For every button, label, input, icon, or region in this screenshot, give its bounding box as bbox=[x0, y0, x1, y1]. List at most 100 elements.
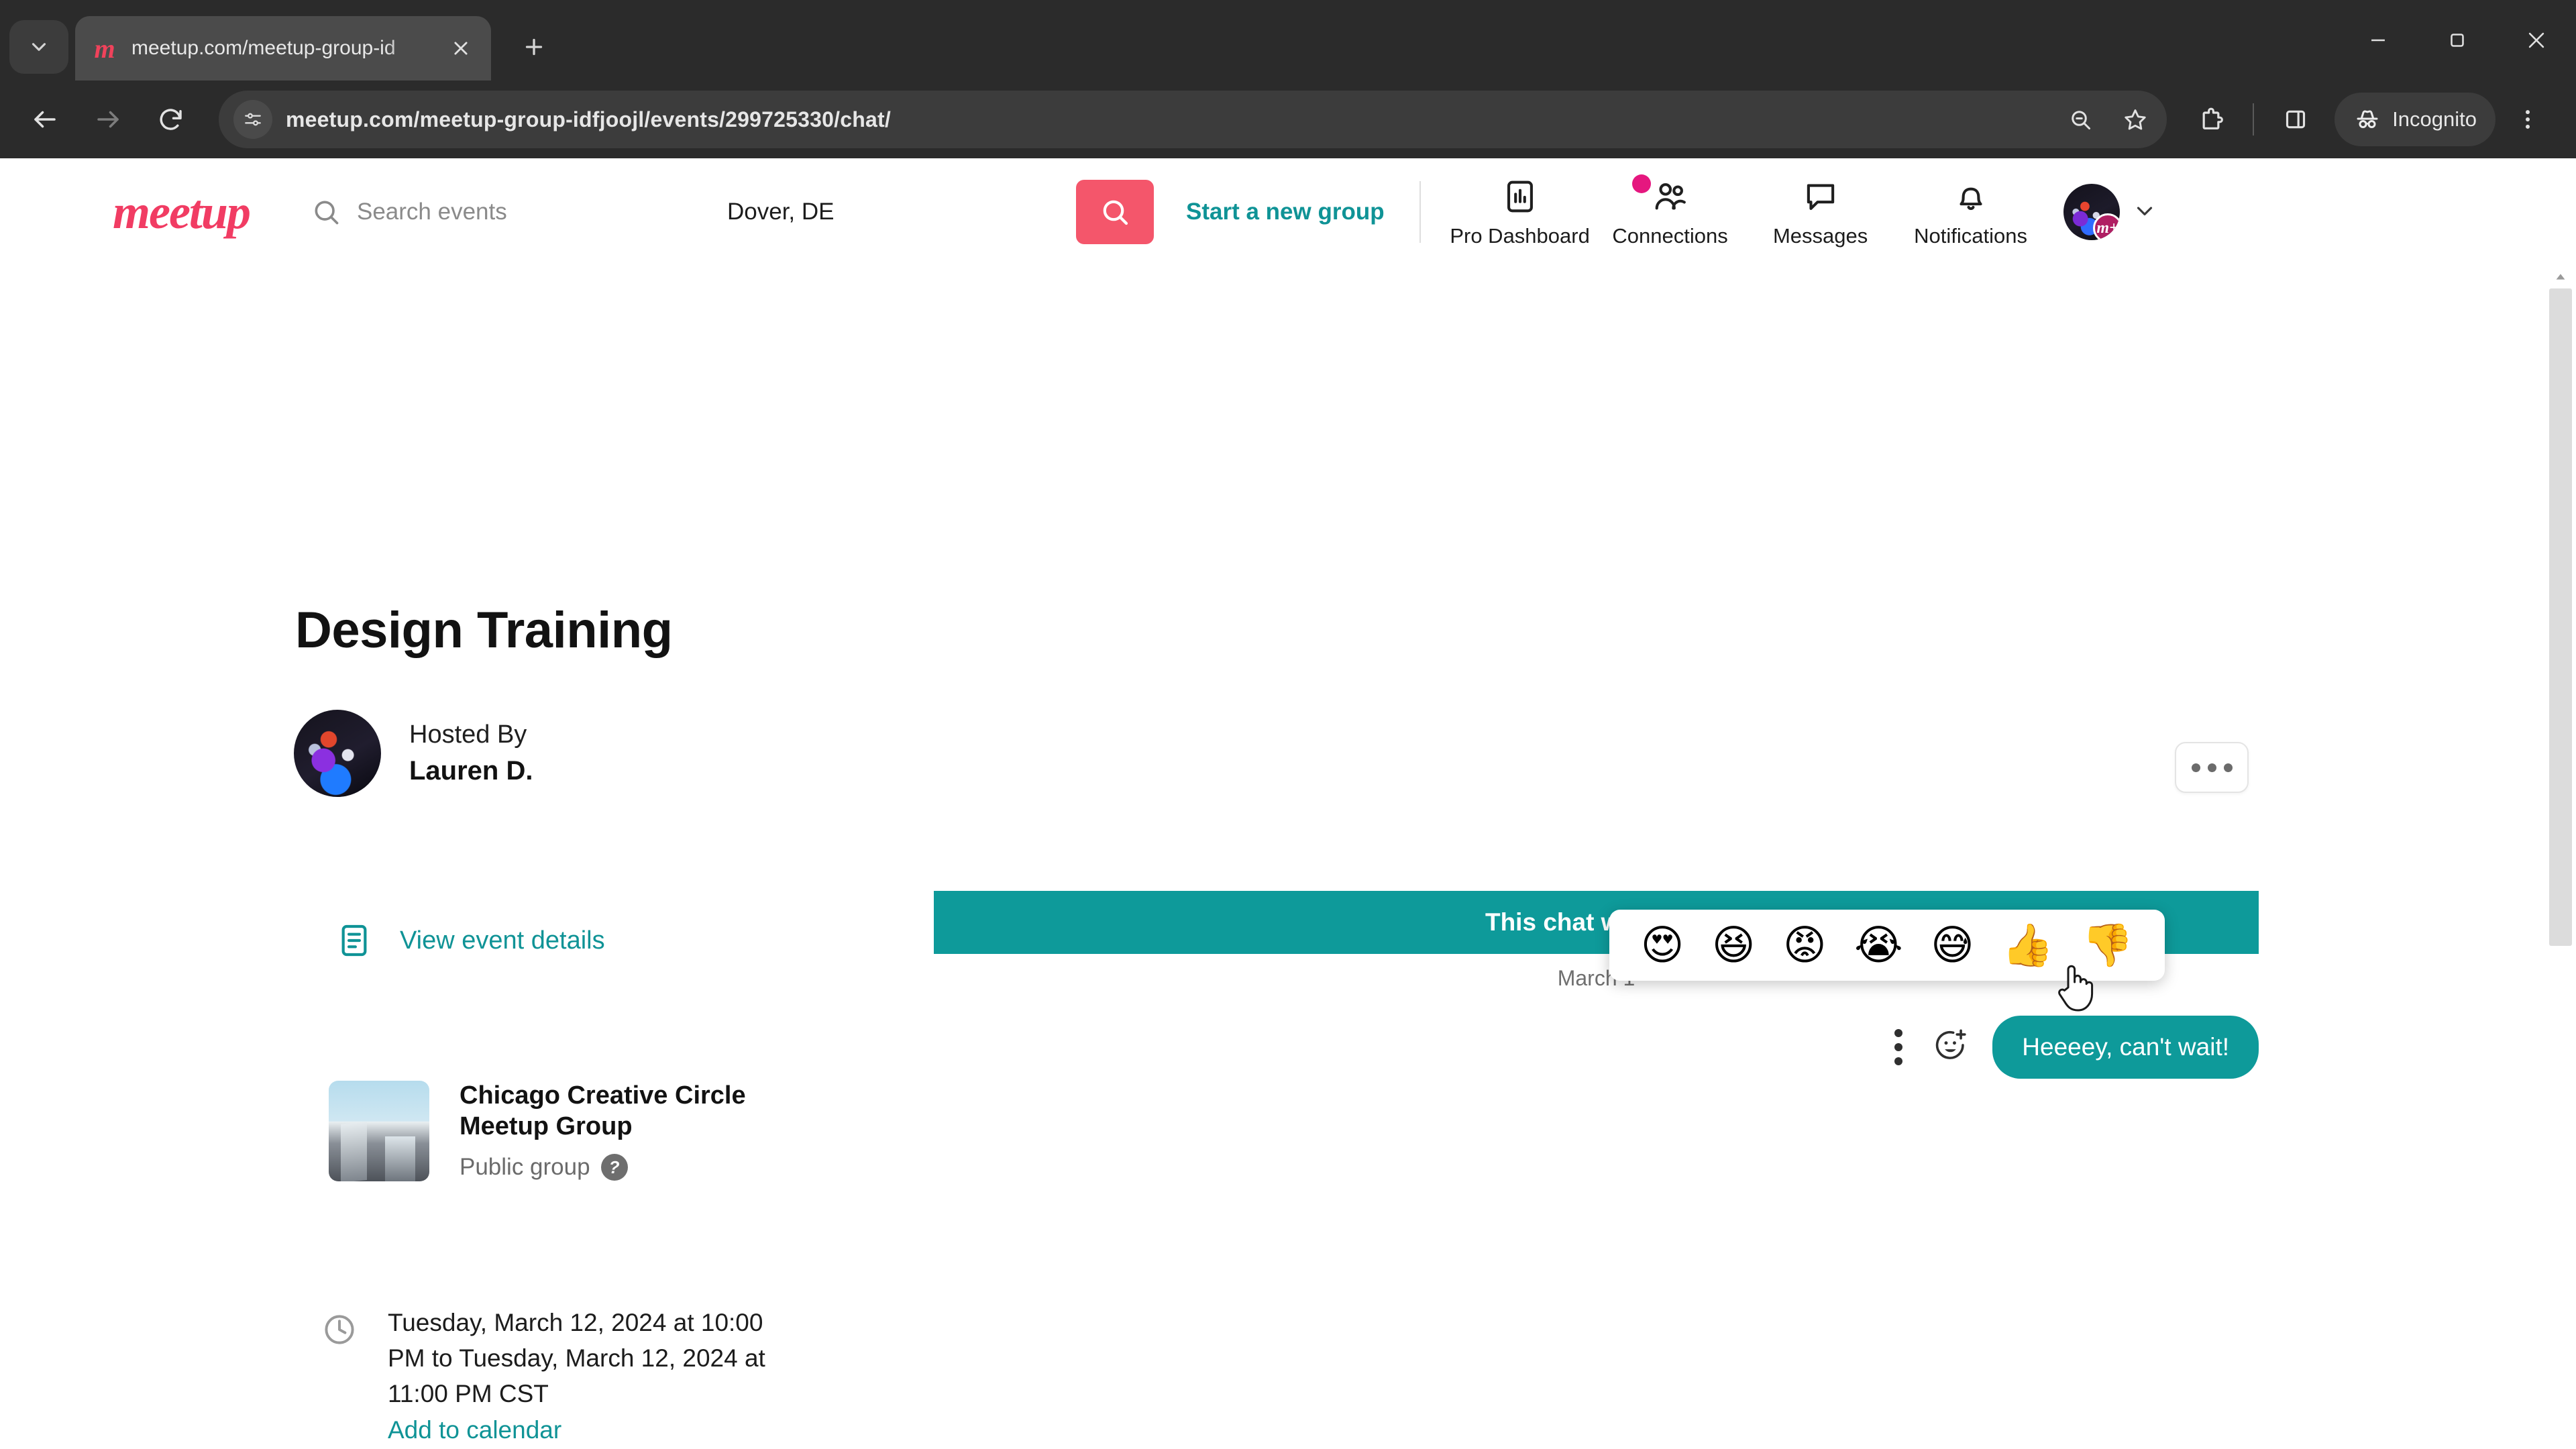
chat-bubble-icon bbox=[1801, 176, 1840, 217]
connections-badge-dot bbox=[1631, 174, 1651, 193]
event-datetime-text: Tuesday, March 12, 2024 at 10:00 PM to T… bbox=[388, 1309, 765, 1407]
chevron-down-icon bbox=[32, 43, 46, 51]
host-name[interactable]: Lauren D. bbox=[409, 756, 533, 786]
window-controls bbox=[2339, 0, 2576, 80]
maximize-icon bbox=[2451, 34, 2464, 47]
nav-item-pro-dashboard[interactable]: Pro Dashboard bbox=[1445, 176, 1595, 248]
close-window-button[interactable] bbox=[2497, 0, 2576, 80]
angry-emoji[interactable]: 😡 bbox=[1783, 924, 1827, 966]
nav-label: Notifications bbox=[1914, 224, 2028, 248]
new-tab-button[interactable] bbox=[510, 23, 558, 71]
nav-label: Messages bbox=[1772, 224, 1868, 248]
group-name: Chicago Creative Circle Meetup Group bbox=[460, 1081, 746, 1140]
meetup-logo[interactable]: meetup bbox=[113, 188, 251, 236]
event-datetime: Tuesday, March 12, 2024 at 10:00 PM to T… bbox=[321, 1305, 804, 1444]
url-text: meetup.com/meetup-group-idfjoojl/events/… bbox=[286, 107, 891, 131]
location-field[interactable] bbox=[727, 199, 1076, 225]
profile-caret-button[interactable] bbox=[2132, 198, 2157, 227]
ellipsis-icon bbox=[2191, 763, 2200, 772]
document-icon bbox=[341, 924, 367, 957]
meetup-pro-badge: m+ bbox=[2092, 213, 2120, 240]
maximize-button[interactable] bbox=[2418, 0, 2497, 80]
site-settings-button[interactable] bbox=[233, 100, 272, 139]
star-icon bbox=[2125, 109, 2146, 130]
more-options-icon bbox=[1894, 1029, 1903, 1037]
ellipsis-icon bbox=[2207, 763, 2216, 772]
browser-toolbar: meetup.com/meetup-group-idfjoojl/events/… bbox=[0, 80, 2576, 158]
close-icon bbox=[454, 42, 468, 55]
group-privacy-label: Public group bbox=[460, 1154, 590, 1181]
toolbar-divider bbox=[2253, 103, 2255, 136]
hosted-by-label: Hosted By bbox=[409, 720, 527, 749]
group-photo bbox=[329, 1081, 429, 1181]
incognito-hat-icon bbox=[2357, 110, 2378, 129]
ellipsis-icon bbox=[2223, 763, 2233, 772]
scrollbar-thumb[interactable] bbox=[2549, 288, 2572, 946]
page-scrollbar[interactable] bbox=[2545, 266, 2576, 1449]
meetup-m-icon: m bbox=[94, 33, 115, 64]
page-viewport: meetup Start a new group Pro Dashboard bbox=[0, 158, 2576, 1449]
search-submit-button[interactable] bbox=[1076, 180, 1154, 244]
event-options-button[interactable] bbox=[2175, 742, 2249, 793]
group-card[interactable]: Chicago Creative Circle Meetup Group Pub… bbox=[329, 1081, 815, 1181]
scroll-up-button[interactable] bbox=[2545, 266, 2576, 288]
laughing-emoji[interactable]: 😆 bbox=[1712, 924, 1756, 966]
add-reaction-button[interactable] bbox=[1931, 1026, 1972, 1068]
people-icon bbox=[1631, 174, 1690, 217]
browser-menu-button[interactable] bbox=[2504, 95, 2552, 144]
plus-icon bbox=[525, 38, 543, 56]
search-input[interactable] bbox=[357, 199, 727, 225]
heart-eyes-emoji[interactable]: 😍 bbox=[1641, 924, 1684, 966]
more-options-icon bbox=[1894, 1043, 1903, 1051]
sweat-smile-emoji[interactable]: 😅 bbox=[1931, 924, 1974, 966]
extensions-puzzle-icon bbox=[2202, 107, 2224, 129]
thumbs-down-emoji[interactable]: 👎 bbox=[2082, 924, 2133, 966]
browser-tab[interactable]: m meetup.com/meetup-group-id bbox=[75, 16, 491, 80]
help-question-icon[interactable]: ? bbox=[600, 1154, 628, 1181]
add-to-calendar-link[interactable]: Add to calendar bbox=[388, 1416, 804, 1444]
crying-emoji[interactable]: 😭 bbox=[1854, 924, 1902, 966]
profile-menu[interactable]: m+ bbox=[2063, 184, 2157, 240]
browser-chrome: m meetup.com/meetup-group-id meetup.com/… bbox=[0, 0, 2576, 158]
bell-icon bbox=[1951, 176, 1990, 217]
add-reaction-icon bbox=[1936, 1029, 1966, 1059]
search-events-field[interactable] bbox=[311, 197, 727, 227]
message-options-button[interactable] bbox=[1886, 1021, 1911, 1073]
extensions-button[interactable] bbox=[2187, 95, 2235, 144]
page-title: Design Training bbox=[295, 602, 673, 659]
clock-icon bbox=[325, 1315, 354, 1344]
header-divider bbox=[1419, 181, 1421, 243]
reload-icon bbox=[160, 109, 182, 130]
incognito-label: Incognito bbox=[2392, 107, 2477, 131]
back-button[interactable] bbox=[17, 92, 72, 147]
nav-item-notifications[interactable]: Notifications bbox=[1896, 176, 2046, 248]
nav-label: Connections bbox=[1612, 224, 1728, 248]
reload-button[interactable] bbox=[144, 92, 199, 147]
chevron-up-icon bbox=[2556, 274, 2565, 280]
nav-item-messages[interactable]: Messages bbox=[1746, 176, 1896, 248]
tab-close-button[interactable] bbox=[445, 33, 476, 64]
thumbs-up-emoji[interactable]: 👍 bbox=[2002, 924, 2053, 966]
nav-item-connections[interactable]: Connections bbox=[1595, 174, 1746, 248]
bookmark-button[interactable] bbox=[2114, 99, 2156, 140]
tab-title: meetup.com/meetup-group-id bbox=[131, 37, 396, 59]
chat-message-bubble[interactable]: Heeeey, can't wait! bbox=[1992, 1016, 2259, 1079]
page-search-button[interactable] bbox=[2059, 99, 2101, 140]
avatar: m+ bbox=[2063, 184, 2120, 240]
host-avatar[interactable] bbox=[294, 710, 381, 797]
forward-button[interactable] bbox=[80, 92, 136, 147]
minimize-button[interactable] bbox=[2339, 0, 2418, 80]
page-content: Design Training Hosted By Lauren D. View… bbox=[0, 266, 2576, 1449]
chart-dashboard-icon bbox=[1501, 176, 1540, 217]
emoji-reaction-picker: 😍 😆 😡 😭 😅 👍 👎 bbox=[1609, 910, 2165, 981]
meetup-header: meetup Start a new group Pro Dashboard bbox=[0, 158, 2576, 266]
location-input[interactable] bbox=[727, 199, 1076, 225]
side-panel-button[interactable] bbox=[2271, 95, 2320, 144]
start-new-group-link[interactable]: Start a new group bbox=[1186, 199, 1385, 225]
address-bar[interactable]: meetup.com/meetup-group-idfjoojl/events/… bbox=[219, 91, 2167, 148]
tab-search-button[interactable] bbox=[9, 20, 68, 74]
view-event-details-link[interactable]: View event details bbox=[335, 922, 605, 959]
chat-message-row: Heeeey, can't wait! bbox=[1886, 1016, 2259, 1079]
incognito-indicator[interactable]: Incognito bbox=[2334, 93, 2496, 146]
forward-arrow-icon bbox=[97, 111, 119, 128]
